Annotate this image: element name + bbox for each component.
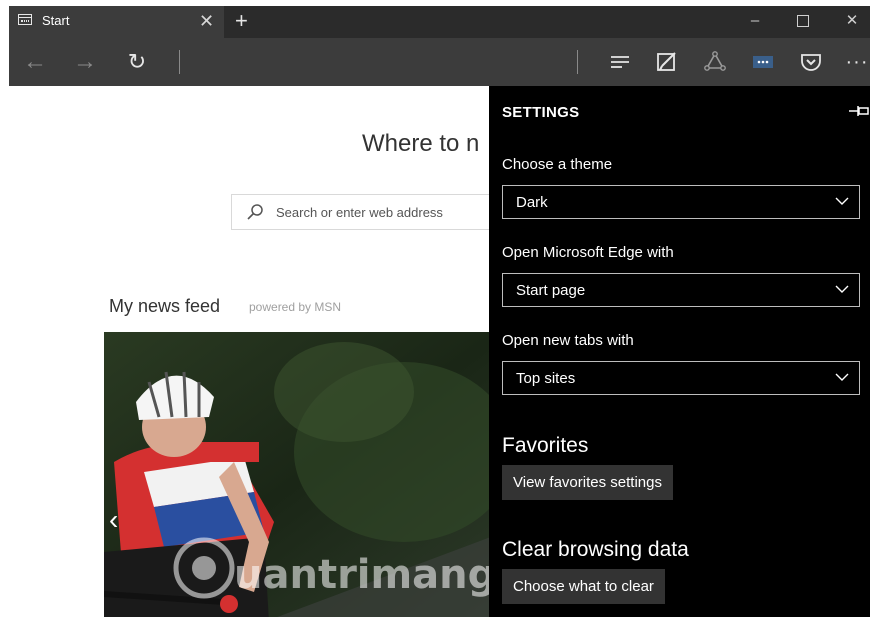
browser-window: Start ✕ + – ✕ ← → ↻ ··· Where to n Searc…: [9, 6, 870, 617]
page-heading: Where to n: [362, 130, 480, 157]
watermark-text: uantrimang: [234, 552, 489, 598]
chevron-down-icon: [835, 373, 849, 381]
refresh-button[interactable]: ↻: [117, 38, 157, 86]
minimize-button[interactable]: –: [732, 6, 778, 38]
pocket-icon: [801, 54, 821, 71]
back-arrow-icon: ←: [23, 48, 47, 75]
view-favorites-settings-button[interactable]: View favorites settings: [502, 465, 673, 500]
pocket-button[interactable]: [796, 38, 826, 86]
cyclist-photo: uantrimang: [104, 332, 489, 617]
settings-title: SETTINGS: [502, 104, 580, 121]
news-feed-title: My news feed: [109, 296, 221, 316]
forward-arrow-icon: →: [73, 48, 97, 75]
back-button[interactable]: ←: [15, 38, 55, 86]
tab-title: Start: [42, 13, 70, 28]
settings-panel: SETTINGS Choose a theme Dark Open Micros…: [489, 86, 870, 617]
search-box[interactable]: [231, 194, 489, 230]
chevron-down-icon: [835, 197, 849, 205]
search-input[interactable]: [276, 195, 489, 229]
maximize-icon: [797, 15, 809, 28]
start-page: Where to n My news feed powered by MSN: [9, 86, 489, 617]
chevron-down-icon: [835, 285, 849, 293]
refresh-icon: ↻: [127, 49, 147, 74]
open-with-label: Open Microsoft Edge with: [502, 244, 674, 261]
web-note-icon: [657, 52, 676, 71]
close-icon: ✕: [845, 12, 859, 29]
tab-page-icon: [18, 14, 32, 25]
theme-label: Choose a theme: [502, 156, 613, 173]
previous-story-icon[interactable]: ‹: [109, 506, 118, 534]
forward-button[interactable]: →: [65, 38, 105, 86]
theme-value: Dark: [516, 194, 548, 211]
open-with-value: Start page: [516, 282, 586, 299]
close-tab-icon[interactable]: ✕: [199, 8, 214, 34]
search-icon: [247, 204, 263, 220]
more-button[interactable]: ···: [844, 38, 870, 86]
new-tab-button[interactable]: +: [235, 6, 248, 36]
hub-button[interactable]: [605, 38, 635, 86]
new-tabs-dropdown[interactable]: Top sites: [502, 361, 860, 395]
close-window-button[interactable]: ✕: [829, 6, 870, 38]
navigation-bar: ← → ↻ ···: [9, 38, 870, 86]
extension-button[interactable]: [748, 38, 778, 86]
web-note-button[interactable]: [652, 38, 682, 86]
new-tabs-value: Top sites: [516, 370, 576, 387]
hub-icon: [611, 56, 629, 68]
open-with-dropdown[interactable]: Start page: [502, 273, 860, 307]
more-icon: ···: [845, 50, 869, 73]
nav-divider: [577, 50, 578, 74]
maximize-button[interactable]: [780, 6, 826, 38]
news-feed-powered-by: powered by MSN: [249, 300, 342, 314]
title-bar: Start ✕ + – ✕: [9, 6, 870, 38]
tab-start[interactable]: Start ✕: [9, 6, 224, 38]
pin-icon[interactable]: [849, 104, 870, 118]
share-button[interactable]: [700, 38, 730, 86]
favorites-title: Favorites: [502, 434, 589, 457]
theme-dropdown[interactable]: Dark: [502, 185, 860, 219]
minimize-icon: –: [750, 12, 760, 29]
share-icon: [704, 51, 726, 71]
extension-icon: [753, 56, 773, 68]
clear-browsing-data-title: Clear browsing data: [502, 538, 689, 561]
nav-divider: [179, 50, 180, 74]
choose-what-to-clear-button[interactable]: Choose what to clear: [502, 569, 665, 604]
new-tabs-label: Open new tabs with: [502, 332, 634, 349]
news-feed-image[interactable]: uantrimang: [104, 332, 489, 617]
